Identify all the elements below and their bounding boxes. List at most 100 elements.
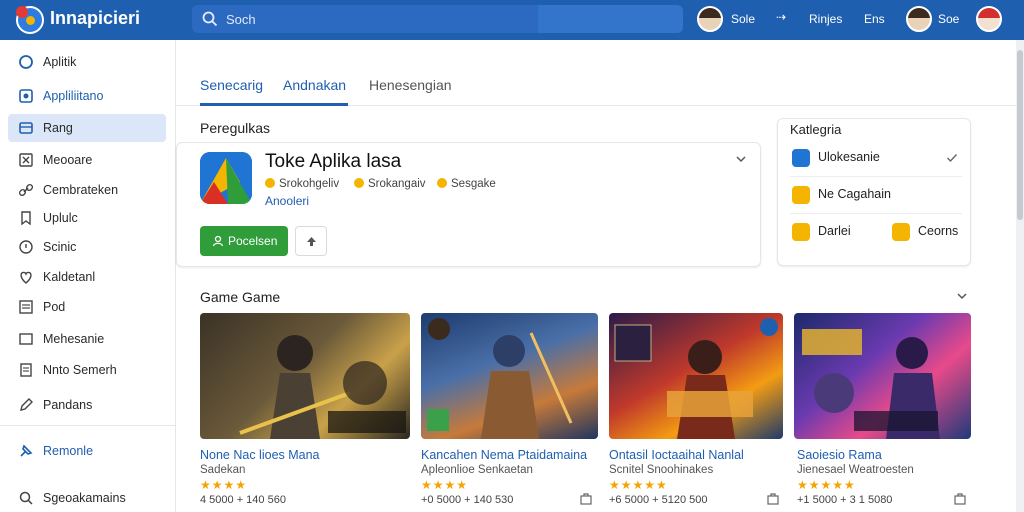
sidebar-item-label: Nnto Semerh bbox=[43, 363, 117, 377]
sidebar-item-cembrateken[interactable]: Cembrateken bbox=[8, 176, 166, 204]
sidebar-item-appliliitano[interactable]: Appliliitano bbox=[8, 82, 166, 110]
sidebar-item-label: Remonle bbox=[43, 444, 94, 458]
sidebar: Aplitik Appliliitano Rang Meooare Cembra… bbox=[0, 40, 176, 512]
pin-icon bbox=[20, 444, 33, 457]
scrollbar-thumb[interactable] bbox=[1017, 50, 1023, 220]
close-box-icon bbox=[19, 153, 33, 167]
featured-section-title: Peregulkas bbox=[200, 120, 271, 136]
install-button[interactable]: Pocelsen bbox=[200, 226, 288, 256]
shield-icon bbox=[19, 240, 33, 254]
sidebar-item-sgeoakamains[interactable]: Sgeoakamains bbox=[8, 484, 166, 512]
sidebar-item-label: Appliliitano bbox=[43, 89, 104, 103]
tag-icon bbox=[21, 211, 31, 226]
list-icon bbox=[19, 300, 33, 314]
tab-henesengian[interactable]: Henesengian bbox=[369, 77, 452, 93]
download-icon[interactable] bbox=[954, 493, 966, 505]
sidebar-item-remonle[interactable]: Remonle bbox=[8, 437, 166, 465]
top-link-4[interactable]: Soe bbox=[938, 12, 959, 26]
top-link-2[interactable]: Rinjes bbox=[809, 12, 842, 26]
category-item-3[interactable]: Darlei bbox=[790, 214, 880, 250]
search-icon bbox=[19, 491, 33, 505]
sidebar-item-label: Rang bbox=[43, 121, 73, 135]
sidebar-item-uplulc[interactable]: Uplulc bbox=[8, 204, 166, 232]
sidebar-item-rang[interactable]: Rang bbox=[8, 114, 166, 142]
game-title[interactable]: Saoiesio Rama bbox=[797, 448, 882, 462]
game-rating-stars: ★★★★ bbox=[421, 478, 469, 492]
app-logo[interactable] bbox=[16, 6, 44, 34]
game-developer: Sadekan bbox=[200, 464, 246, 476]
sidebar-item-scinic[interactable]: Scinic bbox=[8, 233, 166, 261]
chevron-down-icon[interactable] bbox=[735, 153, 747, 165]
sidebar-item-label: Pandans bbox=[43, 398, 93, 412]
sidebar-item-mehesanie[interactable]: Mehesanie bbox=[8, 325, 166, 353]
game-rating-stars: ★★★★★ bbox=[609, 478, 668, 492]
tab-andnakan[interactable]: Andnakan bbox=[283, 77, 346, 93]
sidebar-item-meooare[interactable]: Meooare bbox=[8, 146, 166, 174]
sidebar-item-label: Aplitik bbox=[43, 55, 77, 69]
star-icon bbox=[437, 178, 447, 188]
category-item-4[interactable]: Ceorns bbox=[890, 214, 962, 250]
game-title[interactable]: Kancahen Nema Ptaidamaina bbox=[421, 448, 587, 462]
game-developer: Apleonlioe Senkaetan bbox=[421, 464, 533, 476]
game-thumbnail[interactable] bbox=[200, 313, 410, 439]
games-section-title: Game Game bbox=[200, 289, 281, 305]
arrow-icon[interactable]: ⇢ bbox=[776, 10, 786, 24]
featured-app-icon[interactable] bbox=[200, 152, 252, 204]
profile-avatar[interactable] bbox=[906, 6, 932, 32]
game-thumbnail[interactable] bbox=[421, 313, 598, 439]
tab-bar: Senecarig Andnakan Henesengian bbox=[176, 40, 1024, 106]
star-icon bbox=[354, 178, 364, 188]
game-rating-stars: ★★★★★ bbox=[797, 478, 856, 492]
main-content: Senecarig Andnakan Henesengian bbox=[176, 40, 1024, 512]
category-item-1[interactable]: Ulokesanie bbox=[790, 140, 962, 176]
game-title[interactable]: Ontasil Ioctaaihal Nanlal bbox=[609, 448, 744, 462]
sidebar-item-label: Cembrateken bbox=[43, 183, 119, 197]
emoji-icon bbox=[792, 223, 810, 241]
tablet-icon bbox=[19, 333, 33, 345]
sidebar-divider bbox=[0, 425, 176, 426]
app-icon bbox=[19, 89, 33, 103]
heart-icon bbox=[20, 271, 32, 284]
game-developer: Jienesael Weatroesten bbox=[797, 464, 914, 476]
category-item-2[interactable]: Ne Cagahain bbox=[790, 177, 962, 213]
account-avatar[interactable] bbox=[976, 6, 1002, 32]
folder-icon bbox=[792, 149, 810, 167]
game-download-count: +0 5000 + 140 530 bbox=[421, 494, 514, 506]
game-download-count: +1 5000 + 3 1 5080 bbox=[797, 494, 893, 506]
emoji-icon bbox=[892, 223, 910, 241]
user-avatar[interactable] bbox=[697, 6, 723, 32]
sidebar-item-label: Meooare bbox=[43, 153, 93, 167]
game-thumbnail[interactable] bbox=[609, 313, 783, 439]
sidebar-item-label: Scinic bbox=[43, 240, 77, 254]
search-input[interactable] bbox=[226, 9, 526, 29]
game-thumbnail[interactable] bbox=[794, 313, 971, 439]
sidebar-item-pandans[interactable]: Pandans bbox=[8, 391, 166, 419]
top-bar: Innapicieri Sole ⇢ Rinjes Ens Soe bbox=[0, 0, 1024, 40]
featured-app-name: Toke Aplika lasa bbox=[265, 151, 402, 172]
download-icon[interactable] bbox=[767, 493, 779, 505]
tab-senecarig[interactable]: Senecarig bbox=[200, 77, 263, 93]
user-icon bbox=[212, 235, 224, 247]
share-button[interactable] bbox=[295, 226, 327, 256]
app-title: Innapicieri bbox=[50, 8, 141, 28]
sidebar-item-nnto-semerh[interactable]: Nnto Semerh bbox=[8, 356, 166, 384]
sidebar-item-kaldetanl[interactable]: Kaldetanl bbox=[8, 263, 166, 291]
sidebar-item-aplitik[interactable]: Aplitik bbox=[8, 48, 166, 76]
circle-icon bbox=[19, 55, 33, 69]
top-link-1[interactable]: Sole bbox=[731, 12, 755, 26]
search-bar[interactable] bbox=[192, 5, 683, 33]
sidebar-item-label: Uplulc bbox=[43, 211, 78, 225]
featured-meta-1: Srokohgeliv bbox=[265, 178, 339, 190]
pen-icon bbox=[20, 398, 33, 411]
chevron-down-icon[interactable] bbox=[956, 290, 968, 302]
game-title[interactable]: None Nac lioes Mana bbox=[200, 448, 320, 462]
game-download-count: 4 5000 + 140 560 bbox=[200, 494, 286, 506]
tab-active-indicator bbox=[200, 103, 348, 106]
grid-icon bbox=[19, 122, 33, 134]
download-icon[interactable] bbox=[580, 493, 592, 505]
game-rating-stars: ★★★★ bbox=[200, 478, 248, 492]
featured-developer-link[interactable]: Anooleri bbox=[265, 194, 309, 208]
scrollbar[interactable] bbox=[1016, 40, 1024, 512]
sidebar-item-pod[interactable]: Pod bbox=[8, 293, 166, 321]
top-link-3[interactable]: Ens bbox=[864, 12, 885, 26]
